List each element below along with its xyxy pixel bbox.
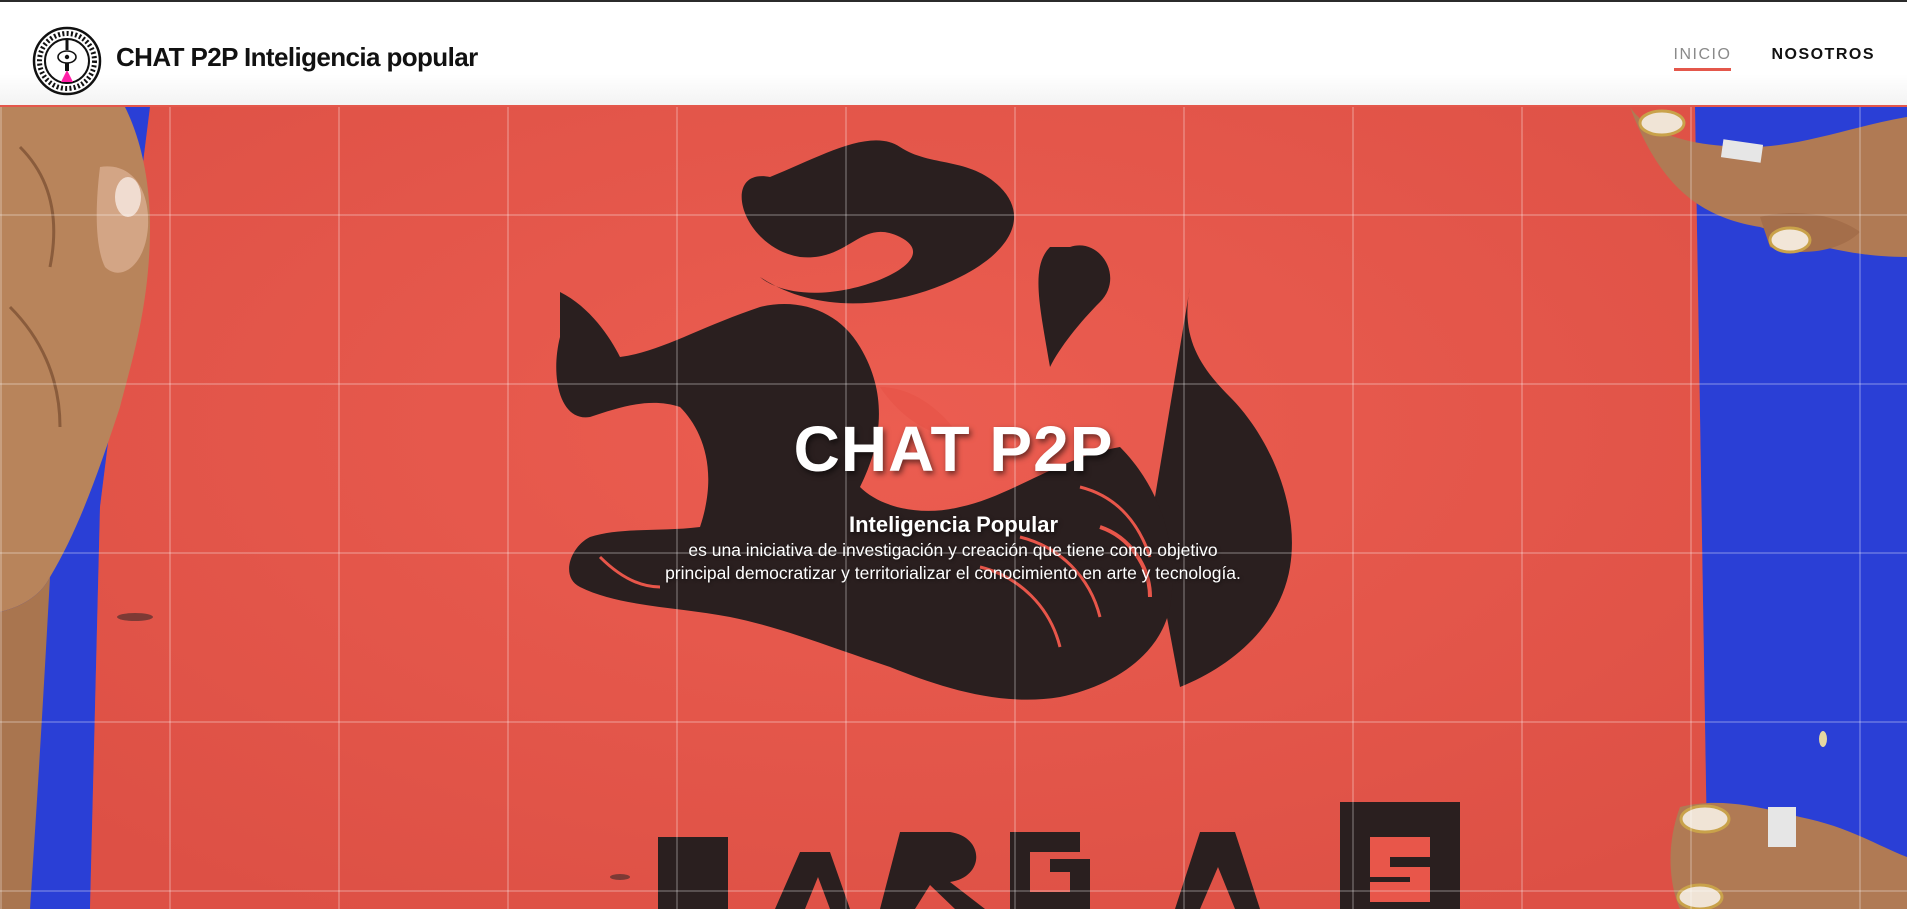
nav-link-inicio[interactable]: INICIO	[1673, 46, 1732, 71]
hero-section: CHAT P2P Inteligencia Popular es una ini…	[0, 107, 1907, 909]
hero-description: es una iniciativa de investigación y cre…	[665, 540, 1241, 583]
nav-link-nosotros[interactable]: NOSOTROS	[1771, 46, 1875, 71]
circular-seal-logo-icon[interactable]	[32, 26, 102, 96]
red-print-poster-image	[0, 107, 1907, 909]
site-title[interactable]: CHAT P2P Inteligencia popular	[116, 42, 478, 73]
main-nav: INICIO NOSOTROS	[1673, 46, 1875, 71]
hero-title: CHAT P2P	[793, 413, 1114, 485]
hero-subtitle: Inteligencia Popular	[848, 512, 1059, 537]
site-header: CHAT P2P Inteligencia popular INICIO NOS…	[0, 0, 1907, 107]
